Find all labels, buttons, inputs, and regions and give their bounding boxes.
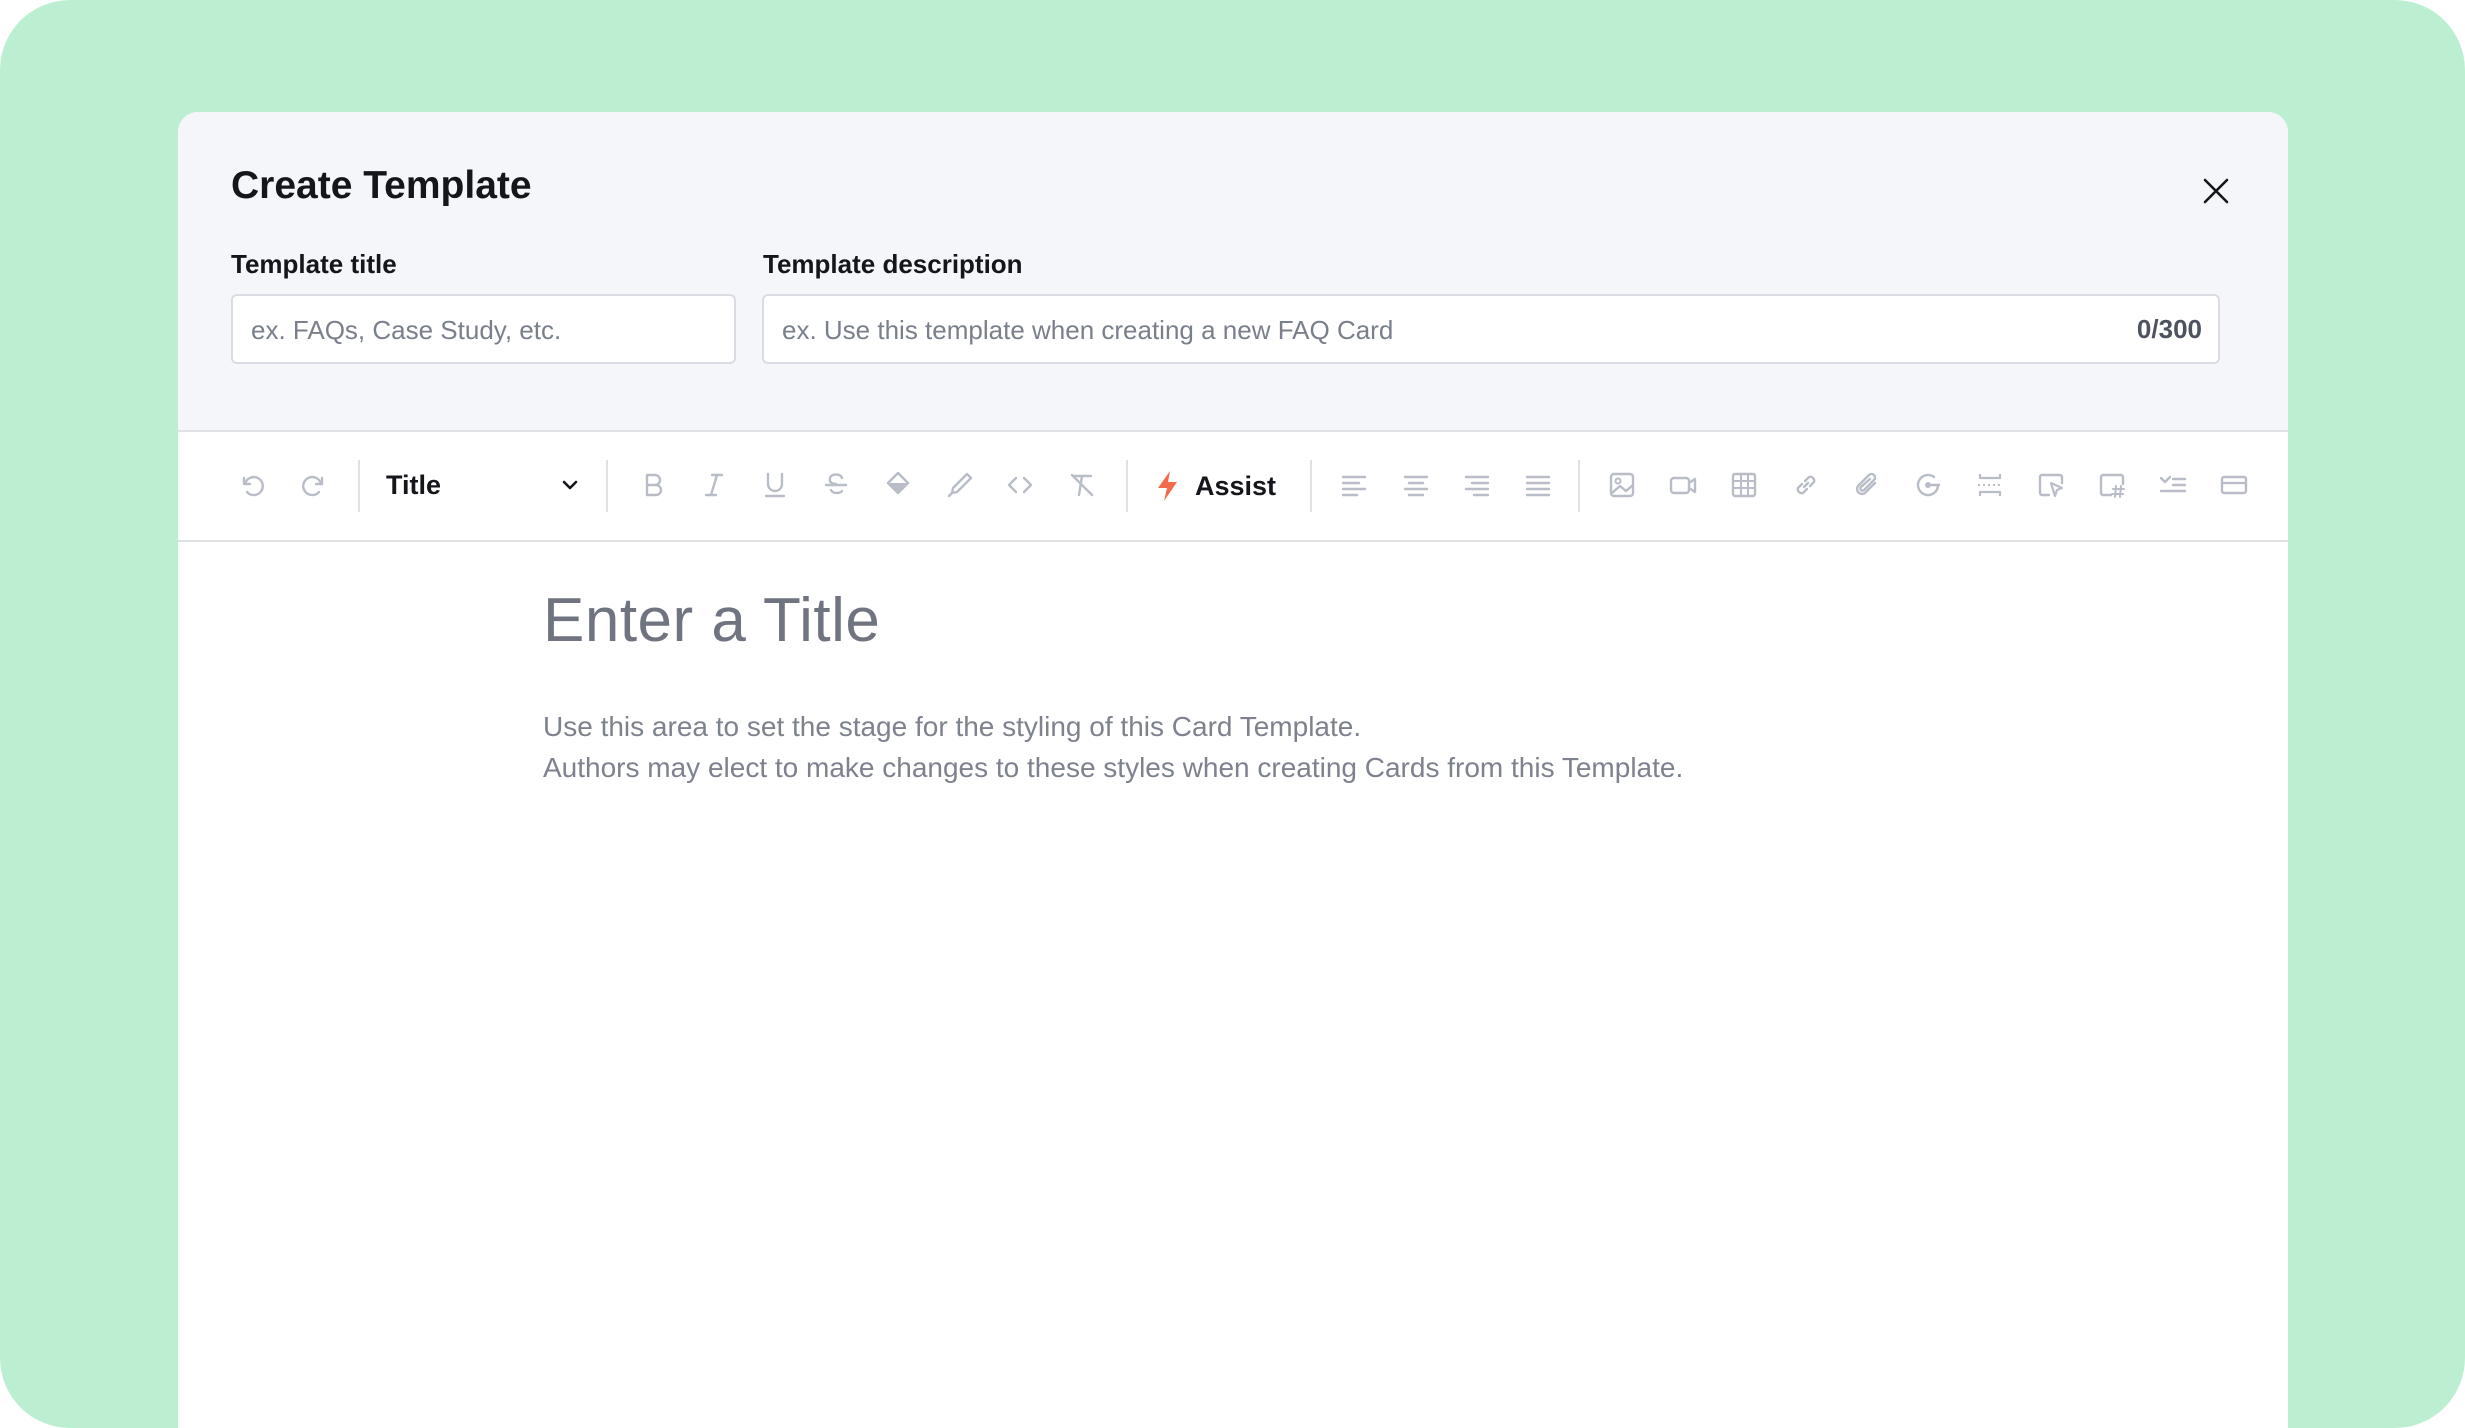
divider-icon (1978, 474, 2002, 496)
collapse-icon (2220, 475, 2248, 495)
editor-body-line: Authors may elect to make changes to the… (543, 752, 1684, 783)
strikethrough-icon (824, 473, 848, 495)
text-style-select[interactable]: Title (364, 454, 594, 516)
align-right-button[interactable] (1457, 465, 1497, 505)
clear-format-icon (1070, 473, 1094, 497)
underline-icon (764, 472, 786, 498)
italic-button[interactable] (694, 465, 734, 505)
insert-card-tag-button[interactable] (2092, 465, 2132, 505)
attachment-icon (1855, 472, 1877, 496)
checklist-icon (2159, 475, 2187, 493)
table-icon (1731, 472, 1757, 498)
insert-attachment-button[interactable] (1847, 465, 1887, 505)
align-left-icon (1341, 475, 1367, 497)
strikethrough-button[interactable] (816, 465, 856, 505)
text-style-value: Title (386, 469, 442, 500)
insert-collapse-button[interactable] (2214, 465, 2254, 505)
close-icon (2203, 178, 2229, 204)
template-title-field (231, 294, 736, 364)
loop-icon (1916, 473, 1941, 497)
template-description-input[interactable] (780, 296, 2084, 364)
insert-loop-button[interactable] (1908, 465, 1948, 505)
modal-header: Create Template Template title Template … (178, 112, 2288, 432)
align-justify-icon (1525, 475, 1551, 497)
redo-button[interactable] (294, 465, 334, 505)
create-template-modal: Create Template Template title Template … (178, 112, 2288, 1428)
clear-format-button[interactable] (1062, 465, 1102, 505)
link-icon (1796, 475, 1816, 495)
insert-divider-button[interactable] (1970, 465, 2010, 505)
template-description-label: Template description (763, 249, 1023, 279)
code-button[interactable] (1000, 465, 1040, 505)
video-icon (1669, 476, 1697, 495)
toolbar-divider (1578, 460, 1580, 512)
align-center-button[interactable] (1396, 465, 1436, 505)
template-description-field: 0/300 (762, 294, 2220, 364)
editor-area[interactable]: Enter a Title Use this area to set the s… (178, 542, 2288, 1428)
toolbar-divider (1310, 460, 1312, 512)
assist-button[interactable]: Assist (1153, 456, 1293, 516)
undo-icon (242, 475, 264, 497)
modal-title: Create Template (231, 164, 532, 207)
insert-image-button[interactable] (1602, 465, 1642, 505)
chevron-down-icon (562, 480, 578, 490)
assist-label: Assist (1195, 470, 1277, 501)
editor-body-placeholder[interactable]: Use this area to set the stage for the s… (543, 706, 1683, 788)
highlight-icon (886, 471, 910, 495)
toolbar-divider (1126, 460, 1128, 512)
insert-checklist-button[interactable] (2153, 465, 2193, 505)
bold-button[interactable] (633, 465, 673, 505)
template-title-input[interactable] (249, 296, 723, 364)
template-title-label: Template title (231, 249, 397, 279)
undo-button[interactable] (232, 465, 272, 505)
insert-table-button[interactable] (1724, 465, 1764, 505)
bold-icon (645, 473, 663, 497)
toolbar-divider (358, 460, 360, 512)
description-char-counter: 0/300 (2136, 314, 2202, 344)
italic-icon (704, 473, 724, 497)
align-justify-button[interactable] (1518, 465, 1558, 505)
lightning-icon (1158, 471, 1177, 501)
insert-video-button[interactable] (1663, 465, 1703, 505)
align-right-icon (1464, 475, 1490, 497)
text-color-button[interactable] (939, 465, 979, 505)
align-left-button[interactable] (1334, 465, 1374, 505)
close-button[interactable] (2195, 170, 2237, 212)
editor-title-placeholder[interactable]: Enter a Title (543, 585, 880, 656)
cursor-card-icon (2038, 473, 2064, 498)
image-icon (1609, 472, 1635, 498)
insert-card-link-button[interactable] (2031, 465, 2071, 505)
text-color-icon (947, 472, 973, 498)
code-icon (1007, 476, 1033, 494)
insert-link-button[interactable] (1786, 465, 1826, 505)
redo-icon (302, 475, 324, 497)
align-center-icon (1403, 475, 1429, 497)
toolbar-divider (606, 460, 608, 512)
underline-button[interactable] (755, 465, 795, 505)
card-hash-icon (2099, 473, 2125, 498)
editor-toolbar: Title Assist (178, 432, 2288, 542)
highlight-button[interactable] (878, 465, 918, 505)
editor-body-line: Use this area to set the stage for the s… (543, 711, 1362, 742)
